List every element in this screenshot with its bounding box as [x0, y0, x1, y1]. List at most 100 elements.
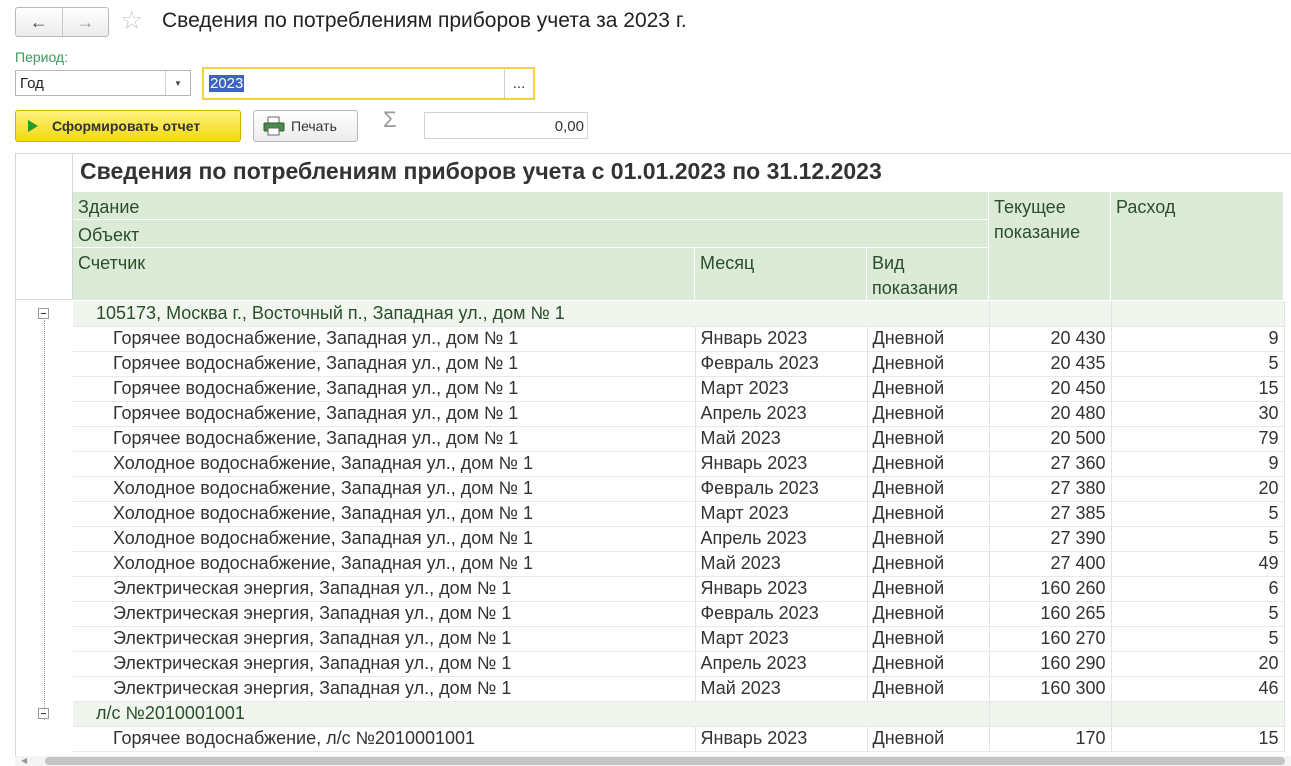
group-row[interactable]: л/с №2010001001: [73, 701, 1285, 727]
back-button[interactable]: ←: [16, 8, 62, 36]
month-cell: Апрель 2023: [695, 526, 868, 552]
table-row[interactable]: Электрическая энергия, Западная ул., дом…: [73, 601, 1285, 627]
year-input[interactable]: 2023 ...: [202, 67, 535, 100]
table-row[interactable]: Горячее водоснабжение, Западная ул., дом…: [73, 326, 1285, 352]
table-row[interactable]: Холодное водоснабжение, Западная ул., до…: [73, 501, 1285, 527]
arrow-left-icon: ←: [29, 11, 48, 32]
table-row[interactable]: Электрическая энергия, Западная ул., дом…: [73, 676, 1285, 702]
play-icon: [28, 120, 38, 132]
consumption-cell: 9: [1111, 451, 1285, 477]
horizontal-scrollbar[interactable]: ◀: [15, 756, 1291, 766]
current-cell: 20 500: [989, 426, 1112, 452]
meter-cell: Электрическая энергия, Западная ул., дом…: [73, 626, 696, 652]
meter-cell: Холодное водоснабжение, Западная ул., до…: [73, 451, 696, 477]
report-spreadsheet[interactable]: Сведения по потреблениям приборов учета …: [15, 153, 1291, 757]
table-row[interactable]: Горячее водоснабжение, Западная ул., дом…: [73, 401, 1285, 427]
current-cell: 160 265: [989, 601, 1112, 627]
meter-cell: Электрическая энергия, Западная ул., дом…: [73, 676, 696, 702]
collapse-group-1-icon[interactable]: [38, 308, 49, 319]
generate-report-button[interactable]: Сформировать отчет: [15, 110, 241, 142]
scroll-left-icon[interactable]: ◀: [21, 756, 27, 765]
sum-field: 0,00: [424, 112, 588, 139]
meter-cell: Холодное водоснабжение, Западная ул., до…: [73, 501, 696, 527]
type-cell: Дневной: [867, 426, 990, 452]
current-cell: 20 435: [989, 351, 1112, 377]
consumption-cell: 5: [1111, 526, 1285, 552]
table-row[interactable]: Холодное водоснабжение, Западная ул., до…: [73, 451, 1285, 477]
meter-cell: Горячее водоснабжение, л/с №2010001001: [73, 726, 696, 752]
group-name: 105173, Москва г., Восточный п., Западна…: [73, 301, 990, 327]
current-cell: 160 260: [989, 576, 1112, 602]
report-title: Сведения по потреблениям приборов учета …: [80, 158, 882, 184]
meter-cell: Холодное водоснабжение, Западная ул., до…: [73, 526, 696, 552]
type-cell: Дневной: [867, 401, 990, 427]
header-month: Месяц: [695, 248, 867, 301]
month-cell: Май 2023: [695, 426, 868, 452]
header-building: Здание: [73, 192, 989, 220]
current-cell: 27 400: [989, 551, 1112, 577]
favorite-star-icon[interactable]: ☆: [120, 5, 143, 35]
sigma-icon: Σ: [383, 107, 397, 132]
table-row[interactable]: Горячее водоснабжение, Западная ул., дом…: [73, 376, 1285, 402]
table-row[interactable]: Горячее водоснабжение, л/с №2010001001 Ян…: [73, 726, 1285, 752]
meter-cell: Горячее водоснабжение, Западная ул., дом…: [73, 351, 696, 377]
current-cell: 27 360: [989, 451, 1112, 477]
nav-buttons: ← →: [15, 7, 109, 37]
period-label: Период:: [15, 49, 68, 65]
current-cell: 27 380: [989, 476, 1112, 502]
header-object: Объект: [73, 220, 989, 248]
type-cell: Дневной: [867, 551, 990, 577]
table-row[interactable]: Электрическая энергия, Западная ул., дом…: [73, 626, 1285, 652]
group-name: л/с №2010001001: [73, 701, 990, 727]
header-current-reading: Текущее показание: [989, 192, 1111, 301]
month-cell: Март 2023: [695, 501, 868, 527]
group-row[interactable]: 105173, Москва г., Восточный п., Западна…: [73, 301, 1285, 327]
month-cell: Апрель 2023: [695, 401, 868, 427]
type-cell: Дневной: [867, 451, 990, 477]
print-button[interactable]: Печать: [253, 110, 358, 142]
year-select-button[interactable]: ...: [504, 69, 533, 98]
type-cell: Дневной: [867, 576, 990, 602]
table-row[interactable]: Горячее водоснабжение, Западная ул., дом…: [73, 426, 1285, 452]
current-cell: 20 480: [989, 401, 1112, 427]
scrollbar-thumb[interactable]: [45, 757, 1285, 765]
current-cell: 160 270: [989, 626, 1112, 652]
consumption-cell: 6: [1111, 576, 1285, 602]
month-cell: Май 2023: [695, 676, 868, 702]
forward-button[interactable]: →: [61, 8, 109, 36]
type-cell: Дневной: [867, 526, 990, 552]
table-row[interactable]: Холодное водоснабжение, Западная ул., до…: [73, 551, 1285, 577]
consumption-cell: 46: [1111, 676, 1285, 702]
consumption-cell: 49: [1111, 551, 1285, 577]
consumption-cell: 5: [1111, 501, 1285, 527]
consumption-cell: 20: [1111, 651, 1285, 677]
chevron-down-icon[interactable]: ▼: [165, 71, 190, 95]
month-cell: Май 2023: [695, 551, 868, 577]
header-meter: Счетчик: [73, 248, 695, 301]
consumption-cell: 15: [1111, 726, 1285, 752]
period-type-select[interactable]: Год ▼: [15, 70, 191, 96]
table-row[interactable]: Электрическая энергия, Западная ул., дом…: [73, 651, 1285, 677]
table-row[interactable]: Электрическая энергия, Западная ул., дом…: [73, 576, 1285, 602]
type-cell: Дневной: [867, 376, 990, 402]
table-row[interactable]: Холодное водоснабжение, Западная ул., до…: [73, 526, 1285, 552]
type-cell: Дневной: [867, 601, 990, 627]
current-cell: 20 450: [989, 376, 1112, 402]
table-row[interactable]: Холодное водоснабжение, Западная ул., до…: [73, 476, 1285, 502]
meter-cell: Горячее водоснабжение, Западная ул., дом…: [73, 376, 696, 402]
header-reading-type: Вид показания: [867, 248, 989, 301]
month-cell: Февраль 2023: [695, 476, 868, 502]
month-cell: Апрель 2023: [695, 651, 868, 677]
current-cell: 27 385: [989, 501, 1112, 527]
printer-icon: [263, 116, 285, 136]
table-row[interactable]: Горячее водоснабжение, Западная ул., дом…: [73, 351, 1285, 377]
meter-cell: Холодное водоснабжение, Западная ул., до…: [73, 476, 696, 502]
print-label: Печать: [291, 118, 337, 134]
meter-cell: Электрическая энергия, Западная ул., дом…: [73, 601, 696, 627]
year-value: 2023: [209, 75, 245, 92]
current-cell: 27 390: [989, 526, 1112, 552]
month-cell: Февраль 2023: [695, 601, 868, 627]
collapse-group-2-icon[interactable]: [38, 708, 49, 719]
consumption-cell: 5: [1111, 626, 1285, 652]
type-cell: Дневной: [867, 501, 990, 527]
